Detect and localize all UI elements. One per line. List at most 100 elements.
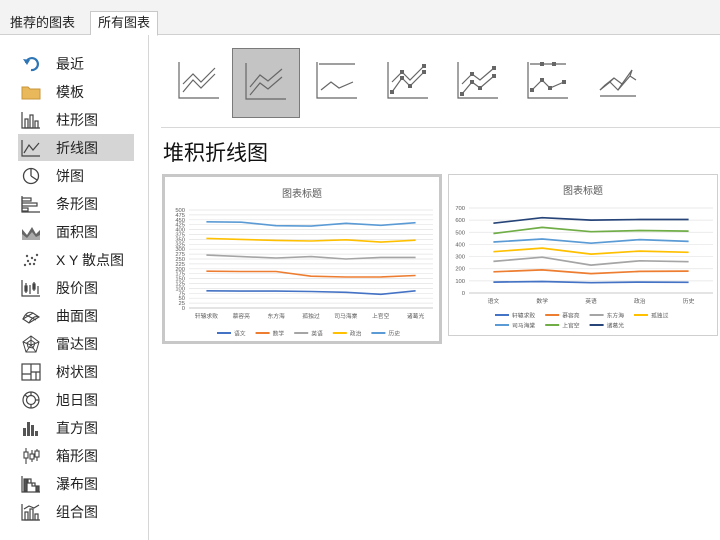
bar-chart-icon <box>20 194 42 214</box>
sidebar-item-label: 旭日图 <box>56 391 98 408</box>
treemap-chart-icon <box>20 362 42 382</box>
sidebar-item-scatter[interactable]: X Y 散点图 <box>18 246 134 273</box>
subtype-line[interactable] <box>166 49 232 115</box>
sidebar-item-waterfall[interactable]: 瀑布图 <box>18 470 134 497</box>
legend-label: 孤独过 <box>651 312 669 320</box>
legend-label: 轩辕求败 <box>512 312 535 320</box>
sidebar-item-templates[interactable]: 模板 <box>18 78 134 105</box>
series-line-1 <box>206 290 416 296</box>
legend-label: 慕容亮 <box>562 312 580 320</box>
legend-label: 数学 <box>273 330 285 338</box>
sidebar-item-label: 折线图 <box>56 139 98 156</box>
subtype-3d-line[interactable] <box>585 49 651 115</box>
legend-label: 东方海 <box>607 312 625 320</box>
line-chart-icon <box>20 138 42 158</box>
sidebar-item-label: 饼图 <box>56 167 84 184</box>
subtype-percent-stacked-line[interactable] <box>304 49 370 115</box>
sidebar-item-combo[interactable]: 组合图 <box>18 498 134 525</box>
series-line-5 <box>206 221 416 227</box>
x-tick-label: 政治 <box>634 297 646 305</box>
series-line-2 <box>493 269 689 275</box>
y-tick-label: 500 <box>175 208 185 214</box>
sidebar-item-stock[interactable]: 股价图 <box>18 274 134 301</box>
sidebar-item-surface[interactable]: 曲面图 <box>18 302 134 329</box>
area-chart-icon <box>20 222 42 242</box>
sidebar-item-recent[interactable]: 最近 <box>18 50 134 77</box>
sidebar-item-pie[interactable]: 饼图 <box>18 162 134 189</box>
sidebar-item-histogram[interactable]: 直方图 <box>18 414 134 441</box>
percent-stacked-line-icon <box>315 60 359 105</box>
x-tick-label: 上官空 <box>372 312 390 320</box>
chart-preview-1[interactable]: 图表标题 0 25 50 75 100 125 150 175 200 225 250 275 300 32… <box>162 174 442 344</box>
series-line-1 <box>493 280 689 284</box>
sidebar-item-line[interactable]: 折线图 <box>18 134 134 161</box>
legend-label: 历史 <box>388 330 400 338</box>
tab-bar: 推荐的图表 所有图表 <box>0 0 720 36</box>
pie-chart-icon <box>20 166 42 186</box>
subtype-line-markers[interactable] <box>375 49 441 115</box>
subtype-divider <box>161 127 720 128</box>
subtype-stacked-line[interactable] <box>232 48 300 118</box>
waterfall-chart-icon <box>20 474 42 494</box>
column-chart-icon <box>20 110 42 130</box>
stacked-line-with-markers-icon <box>456 60 500 105</box>
x-tick-label: 慕容亮 <box>233 312 251 320</box>
legend-label: 语文 <box>234 330 246 338</box>
x-tick-label: 孤独过 <box>302 312 320 320</box>
chart-title: 图表标题 <box>282 187 322 200</box>
sunburst-chart-icon <box>20 390 42 410</box>
sidebar-item-column[interactable]: 柱形图 <box>18 106 134 133</box>
sidebar-item-treemap[interactable]: 树状图 <box>18 358 134 385</box>
sidebar-item-label: 面积图 <box>56 223 98 240</box>
x-tick-label: 轩辕求败 <box>195 312 218 320</box>
sidebar-item-radar[interactable]: 雷达图 <box>18 330 134 357</box>
chart-preview-1-svg: 图表标题025507510012515017520022525027530032… <box>175 187 433 338</box>
x-tick-label: 司马海棠 <box>334 312 357 320</box>
sidebar-item-label: 树状图 <box>56 363 98 380</box>
surface-chart-icon <box>20 306 42 326</box>
sidebar-item-bar[interactable]: 条形图 <box>18 190 134 217</box>
sidebar-item-label: 曲面图 <box>56 307 98 324</box>
subtype-stacked-line-markers[interactable] <box>445 49 511 115</box>
series-line-4 <box>493 247 689 255</box>
sidebar-item-label: X Y 散点图 <box>56 251 124 268</box>
y-tick-label: 400 <box>455 242 465 248</box>
tab-recommended-charts[interactable]: 推荐的图表 <box>3 12 82 34</box>
y-tick-label: 200 <box>455 267 465 273</box>
scatter-chart-icon <box>20 250 42 270</box>
subtype-percent-stacked-line-markers[interactable] <box>515 49 581 115</box>
sidebar-item-label: 柱形图 <box>56 111 98 128</box>
sidebar-item-box-whisker[interactable]: 箱形图 <box>18 442 134 469</box>
chart-title: 图表标题 <box>563 184 603 197</box>
chart-preview-2[interactable]: 图表标题 0 100 200 300 400 500 600 700 语文 数学 英语 政治 历史 轩辕求败… <box>448 174 718 336</box>
tab-all-charts[interactable]: 所有图表 <box>90 11 159 36</box>
stacked-line-icon <box>244 61 288 106</box>
sidebar-item-label: 直方图 <box>56 419 98 436</box>
sidebar-item-sunburst[interactable]: 旭日图 <box>18 386 134 413</box>
series-line-3 <box>206 254 416 260</box>
legend-label: 上官空 <box>562 322 580 330</box>
histogram-chart-icon <box>20 418 42 438</box>
series-line-3 <box>493 256 689 266</box>
x-tick-label: 英语 <box>585 297 597 305</box>
legend-label: 诸葛光 <box>607 322 625 330</box>
line-icon <box>177 60 221 105</box>
sidebar-item-area[interactable]: 面积图 <box>18 218 134 245</box>
box-whisker-chart-icon <box>20 446 42 466</box>
y-tick-label: 600 <box>455 218 465 224</box>
sidebar-item-label: 瀑布图 <box>56 475 98 492</box>
chart-preview-2-svg: 图表标题 0 100 200 300 400 500 600 700 语文 数学 英语 政治 历史轩辕求败… <box>455 184 713 330</box>
legend-label: 司马海棠 <box>512 322 535 330</box>
legend-label: 政治 <box>350 330 362 338</box>
chart-type-sidebar: 最近 模板 柱形图 折线图 饼图 条形图 面积图 X Y 散点图 股价图 曲面图… <box>0 35 149 540</box>
legend-label: 英语 <box>311 330 323 338</box>
y-tick-label: 500 <box>455 230 465 236</box>
x-tick-label: 数学 <box>536 297 548 305</box>
sidebar-item-label: 最近 <box>56 55 84 72</box>
sidebar-item-label: 条形图 <box>56 195 98 212</box>
chart-subtype-heading: 堆积折线图 <box>163 142 268 165</box>
chart-main-panel: 堆积折线图 图表标题 0 25 50 75 100 125 150 175 200 225 250 27… <box>149 35 720 540</box>
x-tick-label: 东方海 <box>267 312 285 320</box>
sidebar-item-label: 箱形图 <box>56 447 98 464</box>
series-line-4 <box>206 237 416 243</box>
